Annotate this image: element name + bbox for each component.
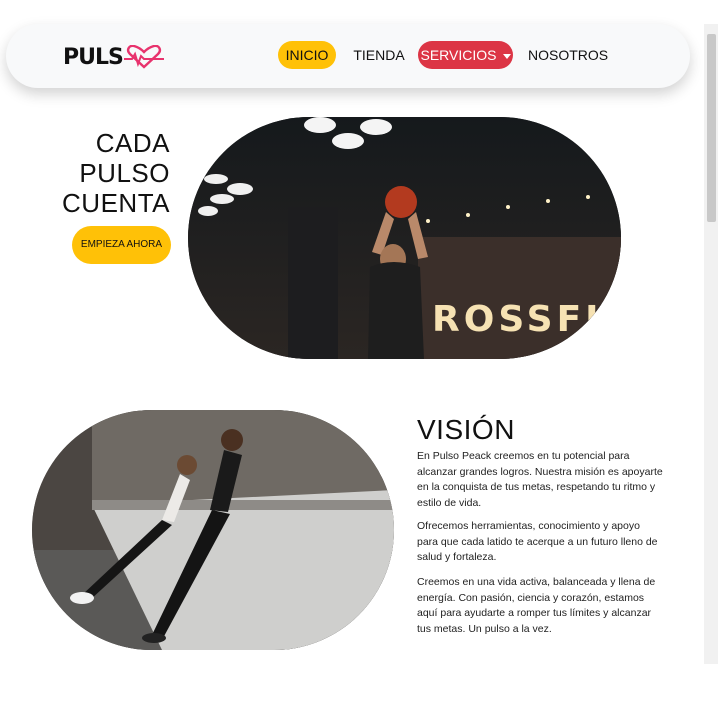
vision-paragraph: Ofrecemos herramientas, conocimiento y a… bbox=[417, 520, 658, 563]
heart-pulse-icon bbox=[123, 45, 164, 69]
hero-title: CADA PULSO CUENTA bbox=[62, 128, 170, 218]
logo[interactable]: PULS bbox=[63, 44, 164, 70]
hero-illustration: ROSSFI bbox=[188, 117, 621, 359]
logo-text: PULS bbox=[63, 44, 124, 70]
vision-paragraph: Creemos en una vida activa, balanceada y… bbox=[417, 576, 656, 635]
nav-tienda[interactable]: TIENDA bbox=[350, 41, 408, 69]
vision-paragraph: En Pulso Peack creemos en tu potencial p… bbox=[417, 450, 663, 509]
cta-empieza-ahora-button[interactable]: EMPIEZA AHORA bbox=[72, 226, 171, 264]
nav-nosotros[interactable]: NOSOTROS bbox=[528, 41, 608, 69]
hero-title-line: PULSO bbox=[79, 158, 170, 188]
crossfit-sign: ROSSFI bbox=[432, 299, 603, 340]
page: PULS INICIO TIENDA SERVICIOS NOSOTROS CA… bbox=[0, 0, 720, 720]
navbar: PULS INICIO TIENDA SERVICIOS NOSOTROS bbox=[6, 24, 690, 88]
scrollbar-thumb[interactable] bbox=[707, 34, 716, 222]
vertical-scrollbar[interactable] bbox=[704, 24, 718, 664]
top-strip bbox=[0, 0, 704, 24]
nav-servicios-label: SERVICIOS bbox=[420, 47, 497, 63]
nav-servicios-dropdown[interactable]: SERVICIOS bbox=[418, 41, 513, 69]
hero-image-gym: ROSSFI bbox=[188, 117, 621, 359]
vision-illustration bbox=[32, 410, 394, 650]
vision-title: VISIÓN bbox=[417, 414, 515, 445]
hero-title-line: CADA bbox=[95, 128, 170, 158]
hero-title-line: CUENTA bbox=[62, 188, 170, 218]
caret-down-icon bbox=[502, 53, 511, 59]
nav-inicio[interactable]: INICIO bbox=[278, 41, 336, 69]
vision-image-workout bbox=[32, 410, 394, 650]
